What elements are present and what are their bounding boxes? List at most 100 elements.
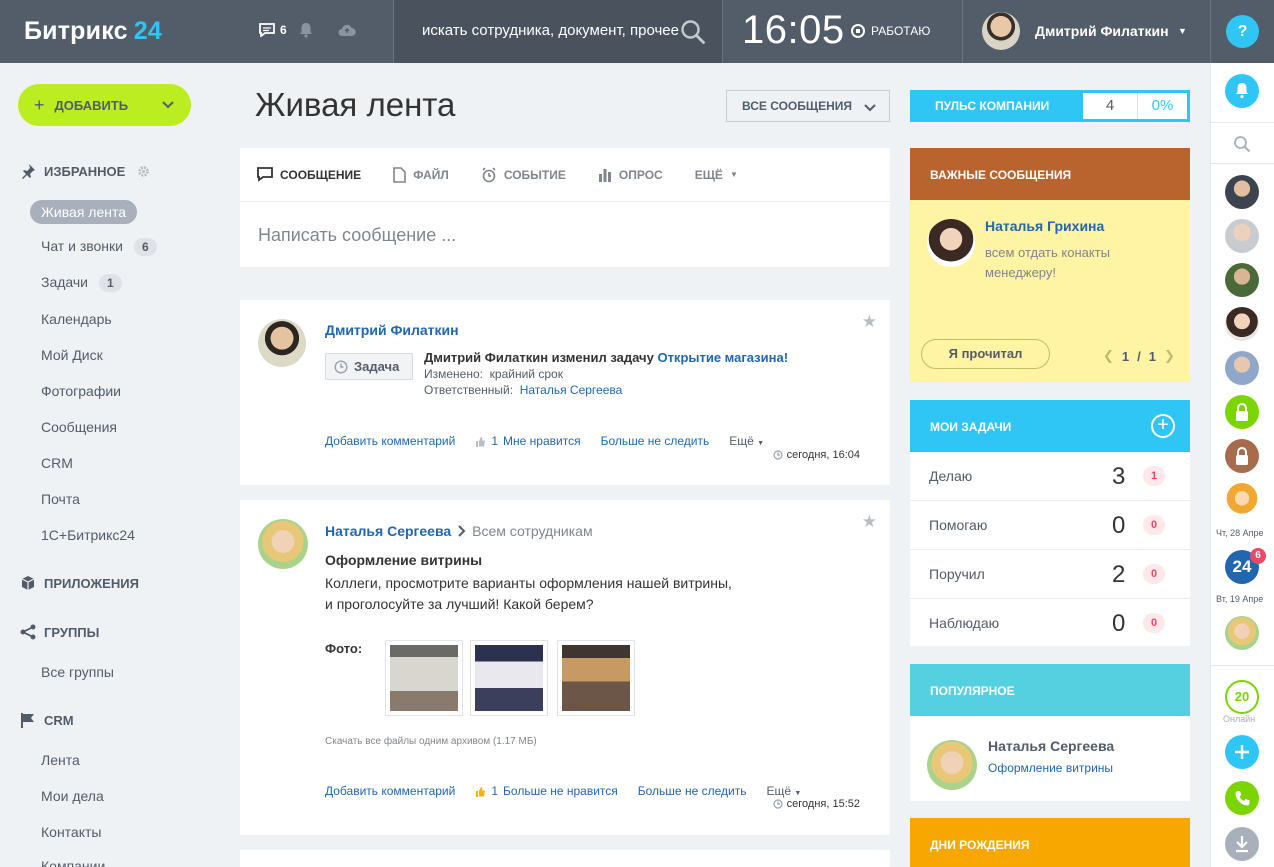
post-author[interactable]: Дмитрий Филаткин xyxy=(325,322,459,338)
filter-dropdown[interactable]: ВСЕ СООБЩЕНИЯ xyxy=(726,90,890,122)
tab-more[interactable]: ЕЩЁ ▼ xyxy=(695,168,738,182)
add-comment-link[interactable]: Добавить комментарий xyxy=(325,784,455,798)
star-icon[interactable]: ★ xyxy=(862,312,877,332)
important-author[interactable]: Наталья Грихина xyxy=(985,218,1104,234)
sidebar-item-crm[interactable]: CRM xyxy=(41,455,73,471)
download-button[interactable] xyxy=(1225,827,1259,861)
search-icon[interactable] xyxy=(680,19,706,50)
notifications-button[interactable] xyxy=(1225,74,1259,108)
favorites-section-title[interactable]: ИЗБРАННОЕ xyxy=(20,163,150,179)
popular-post-link[interactable]: Оформление витрины xyxy=(988,761,1113,775)
unfollow-link[interactable]: Больше не следить xyxy=(638,784,747,798)
contact-avatar[interactable] xyxy=(1225,483,1259,517)
work-status[interactable]: РАБОТАЮ xyxy=(851,24,930,38)
sidebar-item-tasks[interactable]: Задачи 1 xyxy=(41,274,122,292)
sidebar-item-contacts[interactable]: Контакты xyxy=(41,824,101,840)
like-button[interactable]: 1 Мне нравится xyxy=(475,434,581,448)
audience-label[interactable]: Всем сотрудникам xyxy=(472,523,592,539)
birthday-date: Чт, 28 Апре xyxy=(1216,528,1264,538)
sidebar-item-crm-feed[interactable]: Лента xyxy=(41,752,80,768)
sidebar-item-1c-bitrix24[interactable]: 1С+Битрикс24 xyxy=(41,527,135,543)
user-avatar[interactable] xyxy=(982,12,1020,50)
post-author[interactable]: Наталья Сергеева xyxy=(325,523,451,539)
sidebar-item-mail[interactable]: Почта xyxy=(41,491,80,507)
sidebar-item-photos[interactable]: Фотографии xyxy=(41,383,121,399)
post-text-line: и проголосуйте за лучший! Какой берем? xyxy=(325,596,594,612)
help-button[interactable]: ? xyxy=(1226,15,1259,48)
pulse-percent: 0% xyxy=(1151,97,1174,114)
contact-avatar[interactable] xyxy=(1225,351,1259,385)
more-menu[interactable]: Ещё ▼ xyxy=(766,784,801,798)
author-avatar[interactable] xyxy=(927,219,975,267)
contact-avatar[interactable] xyxy=(1225,263,1259,297)
online-counter[interactable]: 20 xyxy=(1225,680,1259,714)
unlike-button[interactable]: 1 Больше не нравится xyxy=(475,784,618,798)
logo[interactable]: Битрикс 24 xyxy=(24,17,162,46)
responsible-link[interactable]: Наталья Сергеева xyxy=(520,383,623,397)
sidebar-item-live-feed[interactable]: Живая лента xyxy=(30,200,138,224)
important-text: всем отдать конакты менеджеру! xyxy=(985,245,1110,280)
chevron-left-icon[interactable]: ❮ xyxy=(1103,348,1114,364)
gear-icon[interactable] xyxy=(137,165,150,178)
crm-section-title[interactable]: CRM xyxy=(20,712,74,728)
alarm-clock-icon xyxy=(482,166,496,182)
sidebar-item-all-groups[interactable]: Все группы xyxy=(41,664,114,680)
mark-read-button[interactable]: Я прочитал xyxy=(921,339,1050,369)
call-button[interactable] xyxy=(1225,781,1259,815)
task-row-doing[interactable]: Делаю 3 1 xyxy=(910,452,1190,501)
open-channel-button[interactable] xyxy=(1225,395,1259,429)
pulse-value: 4 xyxy=(1083,93,1138,119)
message-input[interactable]: Написать сообщение ... xyxy=(240,202,890,269)
task-row-assigned[interactable]: Поручил 2 0 xyxy=(910,550,1190,599)
unfollow-link[interactable]: Больше не следить xyxy=(601,434,710,448)
user-name[interactable]: Дмитрий Филаткин xyxy=(1035,23,1169,39)
author-avatar[interactable] xyxy=(258,319,306,367)
tab-file[interactable]: ФАЙЛ xyxy=(393,166,449,183)
photo-thumbnail[interactable] xyxy=(470,640,548,716)
count-badge: 1 xyxy=(99,274,122,292)
clock-time[interactable]: 16:05 xyxy=(742,8,845,53)
add-task-button[interactable]: + xyxy=(1151,414,1175,438)
sidebar-item-my-activities[interactable]: Мои дела xyxy=(41,788,104,804)
tab-poll[interactable]: ОПРОС xyxy=(598,168,663,182)
task-link[interactable]: Открытие магазина! xyxy=(657,350,788,365)
lock-icon xyxy=(1236,403,1248,421)
photo-thumbnail[interactable] xyxy=(557,640,635,716)
add-button[interactable]: + ДОБАВИТЬ xyxy=(18,84,191,126)
task-row-watching[interactable]: Наблюдаю 0 0 xyxy=(910,599,1190,648)
contact-avatar[interactable] xyxy=(1225,219,1259,253)
task-row-helping[interactable]: Помогаю 0 0 xyxy=(910,501,1190,550)
cloud-icon[interactable] xyxy=(338,24,356,42)
contact-avatar[interactable] xyxy=(1225,175,1259,209)
search-icon[interactable] xyxy=(1233,135,1251,158)
tab-event[interactable]: СОБЫТИЕ xyxy=(481,166,566,183)
search-input[interactable]: искать сотрудника, документ, прочее xyxy=(422,22,679,39)
search-box[interactable]: искать сотрудника, документ, прочее xyxy=(394,0,722,63)
photo-thumbnail[interactable] xyxy=(385,640,463,716)
star-icon[interactable]: ★ xyxy=(862,512,877,532)
contact-avatar[interactable] xyxy=(1225,307,1259,341)
closed-channel-button[interactable] xyxy=(1225,439,1259,473)
groups-section-title[interactable]: ГРУППЫ xyxy=(20,624,99,640)
caret-down-icon[interactable]: ▼ xyxy=(1178,26,1187,36)
author-avatar[interactable] xyxy=(258,519,308,569)
author-avatar[interactable] xyxy=(927,740,977,790)
sidebar-item-my-disk[interactable]: Мой Диск xyxy=(41,347,103,363)
chevron-right-icon[interactable]: ❯ xyxy=(1164,348,1175,364)
bell-icon[interactable] xyxy=(299,22,313,43)
apps-section-title[interactable]: ПРИЛОЖЕНИЯ xyxy=(20,575,139,591)
add-comment-link[interactable]: Добавить комментарий xyxy=(325,434,455,448)
company-pulse[interactable]: ПУЛЬС КОМПАНИИ 4 0% xyxy=(910,90,1190,122)
sidebar-item-chat[interactable]: Чат и звонки 6 xyxy=(41,238,157,256)
contact-avatar[interactable] xyxy=(1225,616,1259,650)
thumbs-up-icon xyxy=(476,436,486,447)
sidebar-item-calendar[interactable]: Календарь xyxy=(41,311,112,327)
popular-author[interactable]: Наталья Сергеева xyxy=(988,738,1114,754)
sidebar-item-companies[interactable]: Компании xyxy=(41,858,105,867)
chat-counter[interactable]: 6 xyxy=(259,23,287,37)
tab-message[interactable]: СООБЩЕНИЕ xyxy=(257,167,361,182)
more-menu[interactable]: Ещё ▼ xyxy=(729,434,764,448)
add-chat-button[interactable] xyxy=(1225,735,1259,769)
sidebar-item-messages[interactable]: Сообщения xyxy=(41,419,117,435)
download-archive-link[interactable]: Скачать все файлы одним архивом (1.17 МБ… xyxy=(325,736,537,747)
